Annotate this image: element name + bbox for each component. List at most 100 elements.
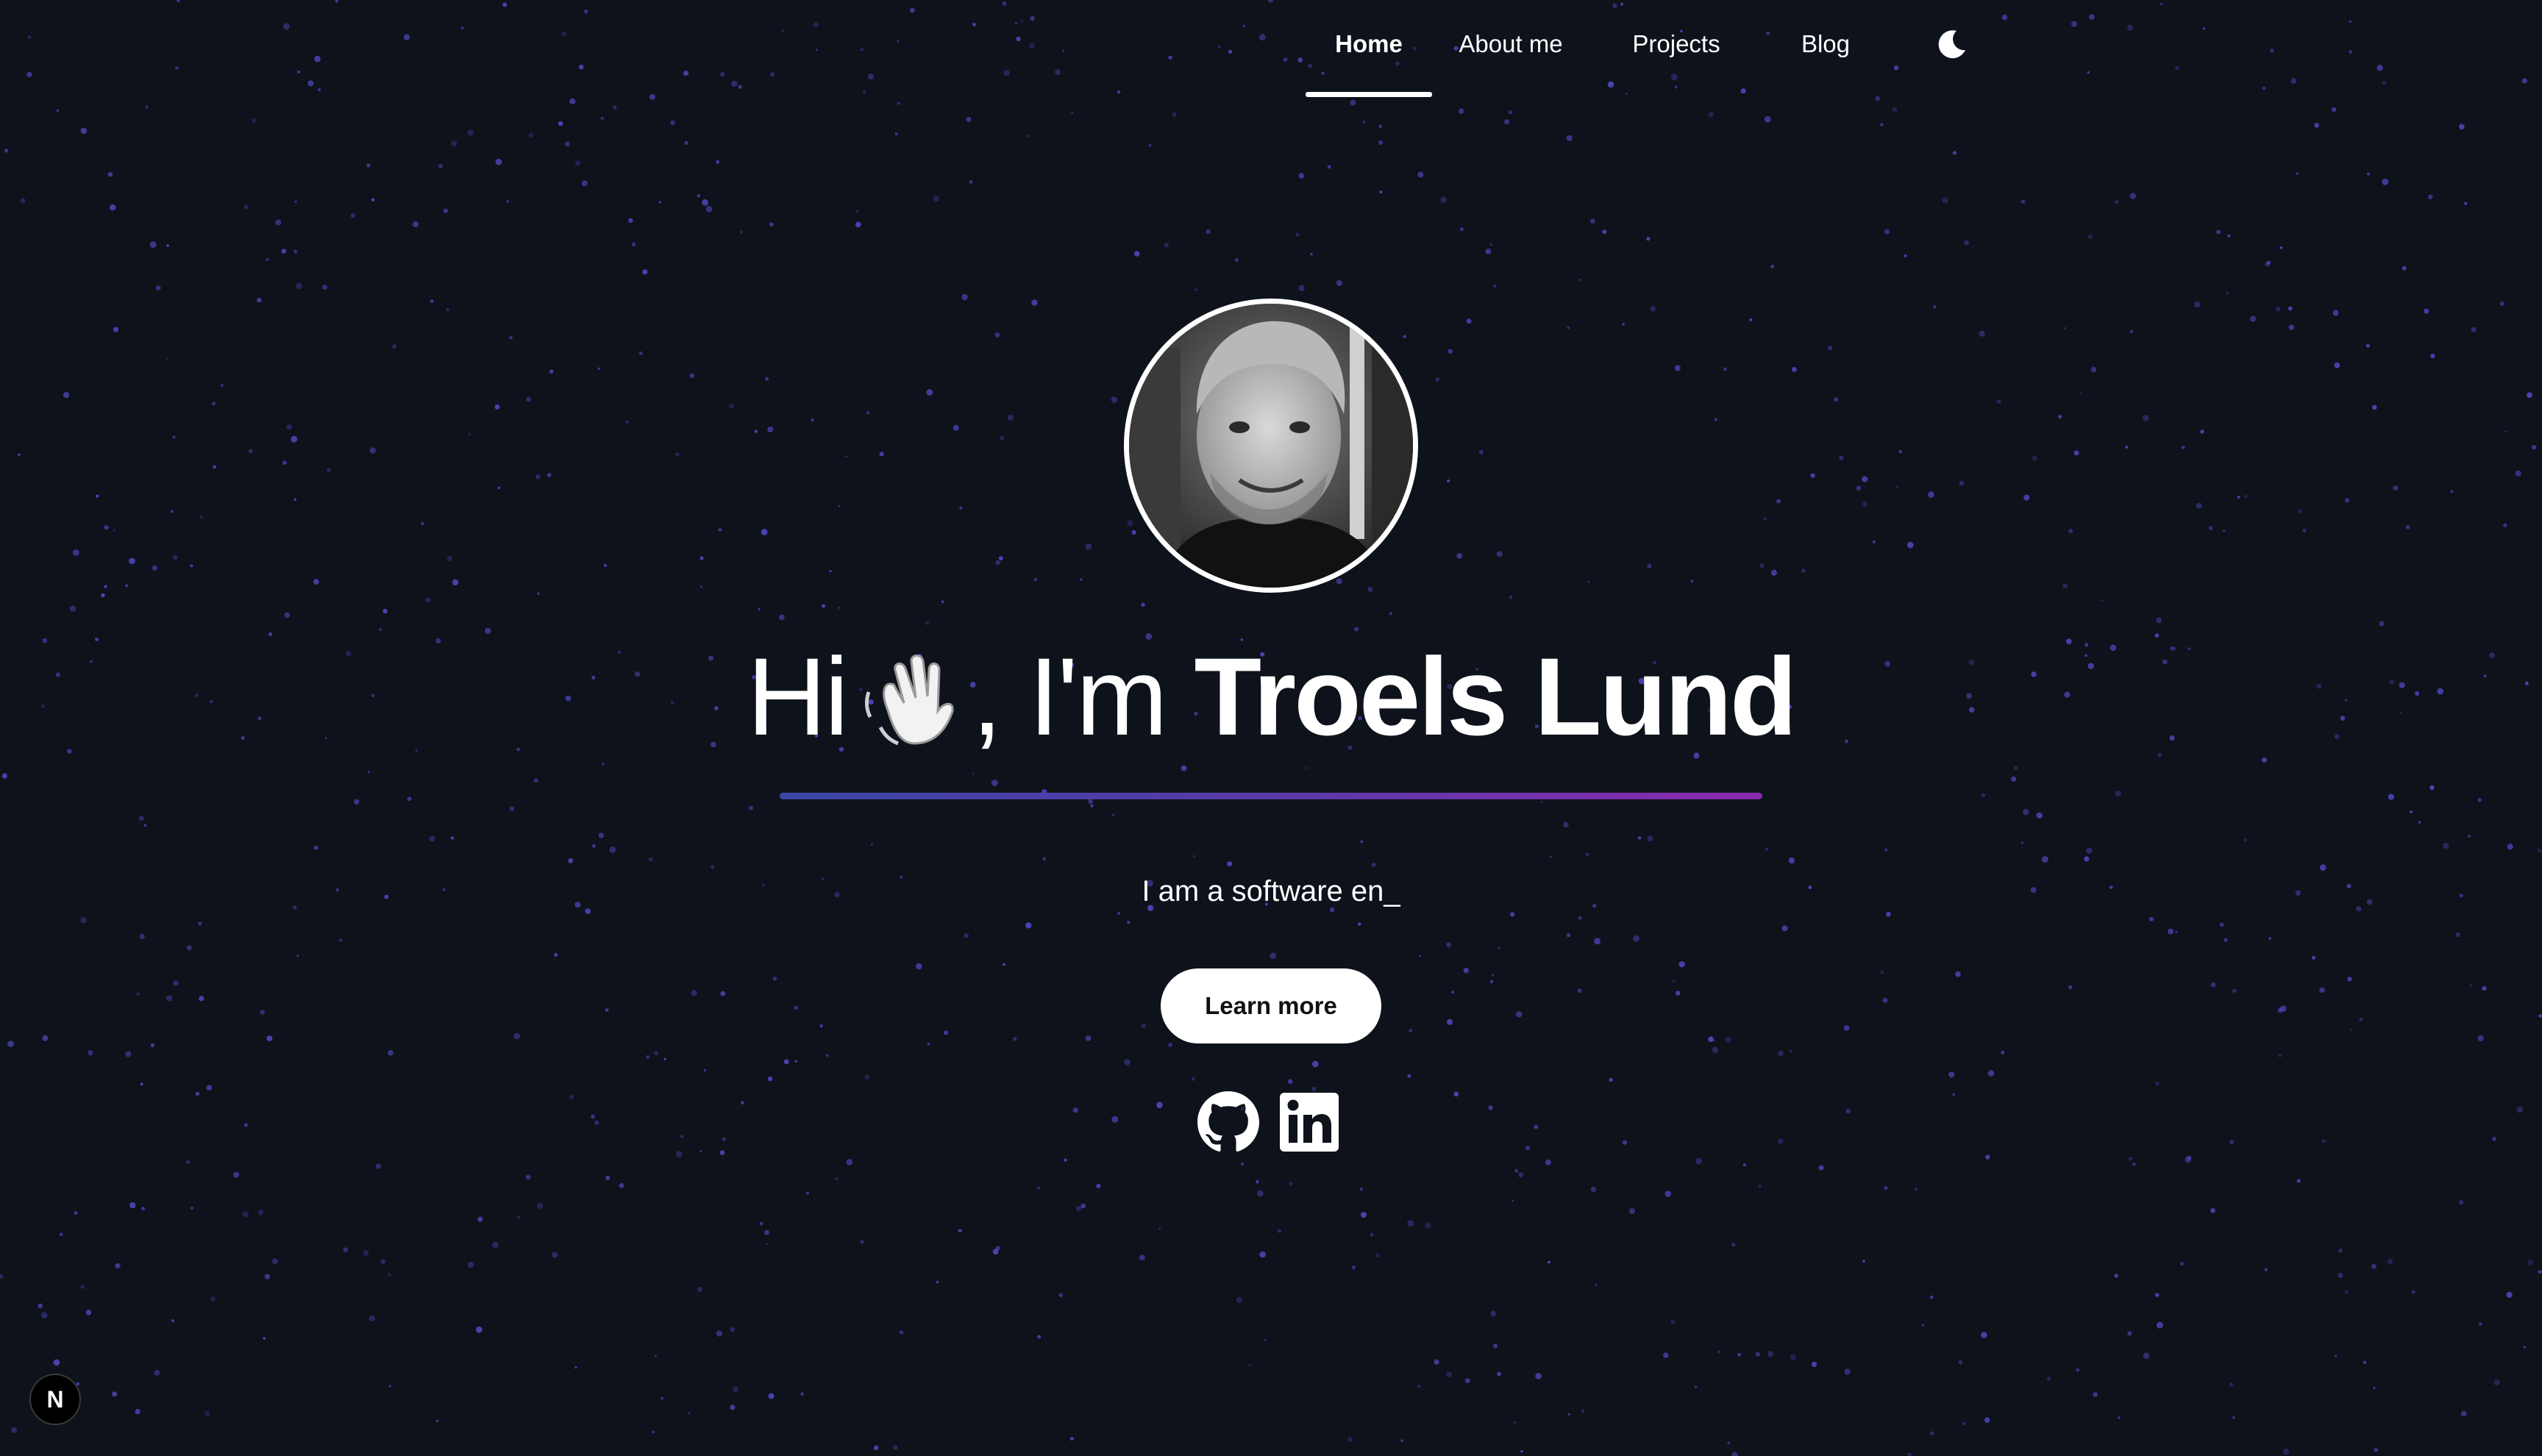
star: [1914, 1188, 1918, 1191]
nav-item-home[interactable]: Home: [1306, 0, 1432, 97]
star: [1167, 1042, 1173, 1048]
star: [1264, 1338, 1267, 1341]
star: [173, 980, 179, 986]
star: [177, 0, 180, 2]
star: [845, 455, 848, 458]
star: [1256, 1180, 1259, 1184]
star: [1525, 1145, 1531, 1151]
star: [1981, 1332, 1987, 1338]
star: [165, 995, 173, 1002]
star: [1409, 1029, 1413, 1032]
star: [1446, 479, 1450, 483]
star: [759, 1221, 763, 1226]
star: [1981, 793, 1986, 798]
star: [88, 1050, 93, 1056]
star: [897, 40, 900, 43]
star: [1350, 99, 1356, 106]
star: [1567, 1413, 1570, 1416]
star: [18, 453, 21, 457]
star: [1602, 229, 1607, 235]
star: [605, 1008, 609, 1013]
star: [860, 1240, 864, 1244]
star: [425, 597, 431, 603]
star: [1498, 946, 1500, 949]
star: [547, 473, 552, 477]
star: [537, 1202, 544, 1209]
star: [2142, 415, 2149, 421]
star: [80, 1285, 85, 1289]
star: [720, 991, 726, 996]
star: [2379, 621, 2385, 627]
star: [1714, 418, 1717, 421]
star: [69, 605, 76, 612]
theme-toggle-button[interactable]: [1934, 28, 1968, 62]
star: [2344, 1290, 2349, 1294]
nav-item-projects[interactable]: Projects: [1589, 0, 1763, 97]
star: [1727, 1441, 1730, 1444]
star: [855, 210, 859, 213]
star: [1451, 991, 1454, 994]
star: [2479, 1322, 2482, 1326]
star: [2359, 1017, 2364, 1022]
star: [1217, 45, 1222, 49]
star: [2086, 847, 2093, 854]
star: [264, 1274, 271, 1280]
github-icon[interactable]: [1197, 1091, 1259, 1153]
star: [2424, 308, 2429, 314]
star: [125, 584, 128, 588]
star: [2264, 1268, 2268, 1271]
nav-item-about-me[interactable]: About me: [1432, 0, 1589, 97]
star: [1, 773, 7, 779]
learn-more-button[interactable]: Learn more: [1161, 968, 1381, 1043]
star: [2288, 324, 2295, 331]
star: [730, 1327, 736, 1332]
star: [652, 1430, 655, 1434]
linkedin-icon[interactable]: [1278, 1091, 1340, 1153]
star: [1025, 922, 1032, 929]
star: [1446, 942, 1452, 948]
star: [675, 1151, 683, 1158]
star: [2430, 353, 2435, 359]
star: [149, 241, 157, 249]
star: [806, 1191, 809, 1195]
nav-item-blog[interactable]: Blog: [1763, 0, 1888, 97]
star: [601, 762, 605, 766]
star: [1928, 491, 1934, 498]
star: [1520, 1449, 1523, 1453]
star: [1111, 396, 1118, 403]
star: [1378, 140, 1384, 146]
star: [1767, 1351, 1774, 1357]
star: [684, 140, 688, 145]
star: [2405, 525, 2410, 529]
nextjs-badge[interactable]: N: [29, 1374, 81, 1425]
star: [388, 1385, 391, 1388]
star: [513, 1032, 520, 1040]
star: [446, 307, 449, 312]
star: [382, 608, 388, 614]
star: [2208, 526, 2213, 531]
star: [855, 221, 861, 228]
star: [1906, 541, 1914, 549]
hero-name: Troels Lund: [1194, 635, 1797, 758]
star: [1776, 499, 1781, 504]
star: [1844, 1368, 1851, 1375]
star: [1434, 1359, 1439, 1365]
star: [2227, 234, 2231, 238]
star: [220, 383, 224, 388]
star: [2374, 1448, 2378, 1452]
star: [1578, 916, 1582, 920]
star: [1400, 1439, 1404, 1443]
star: [2393, 485, 2399, 490]
star: [766, 1243, 768, 1246]
star: [1003, 69, 1010, 76]
star: [42, 1035, 49, 1041]
star: [870, 843, 873, 846]
star: [1127, 520, 1133, 527]
star: [995, 1246, 1000, 1251]
star: [2470, 984, 2473, 987]
star: [2442, 842, 2449, 849]
star: [575, 160, 581, 166]
star: [104, 525, 109, 530]
star: [1921, 1324, 1925, 1327]
star: [767, 1076, 773, 1082]
